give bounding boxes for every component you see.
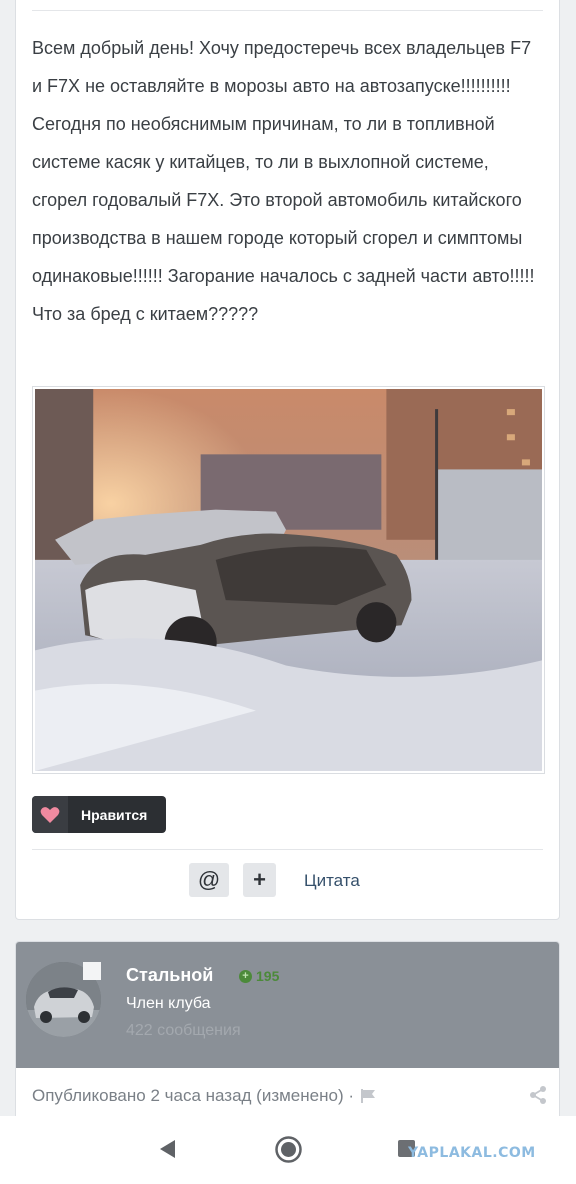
share-icon[interactable] xyxy=(529,1086,547,1104)
post-meta: Опубликовано 2 часа назад (изменено) · xyxy=(32,1086,378,1106)
reputation-count: 195 xyxy=(256,968,280,984)
author-rank: Член клуба xyxy=(126,995,211,1012)
post-text: Всем добрый день! Хочу предостеречь всех… xyxy=(32,38,535,324)
reputation-plus-icon: + xyxy=(239,970,252,983)
quote-link[interactable]: Цитата xyxy=(304,871,360,891)
like-button[interactable]: Нравится xyxy=(32,796,166,833)
watermark: YAPLAKAL.COM xyxy=(408,1145,536,1161)
mention-button[interactable]: @ xyxy=(189,863,229,897)
post-card: Всем добрый день! Хочу предостеречь всех… xyxy=(15,0,560,920)
published-time: Опубликовано 2 часа назад (изменено) · xyxy=(32,1086,354,1105)
burned-car-photo xyxy=(35,389,542,771)
post-photo[interactable] xyxy=(32,386,545,774)
author-name[interactable]: Стальной xyxy=(126,965,213,986)
avatar-badge xyxy=(83,962,101,980)
divider xyxy=(32,849,543,850)
like-label: Нравится xyxy=(81,806,148,823)
heart-icon xyxy=(32,796,68,833)
back-icon[interactable] xyxy=(157,1138,177,1160)
multiquote-button[interactable]: + xyxy=(243,863,276,897)
author-post-count: 422 сообщения xyxy=(126,1022,241,1039)
home-icon[interactable] xyxy=(275,1136,302,1163)
report-flag-icon[interactable] xyxy=(360,1088,378,1104)
system-navbar: YAPLAKAL.COM xyxy=(0,1116,576,1184)
author-header: Стальной + 195 Член клуба 422 сообщения xyxy=(16,942,559,1068)
author-card: Стальной + 195 Член клуба 422 сообщения … xyxy=(15,941,560,1141)
divider xyxy=(32,10,543,11)
